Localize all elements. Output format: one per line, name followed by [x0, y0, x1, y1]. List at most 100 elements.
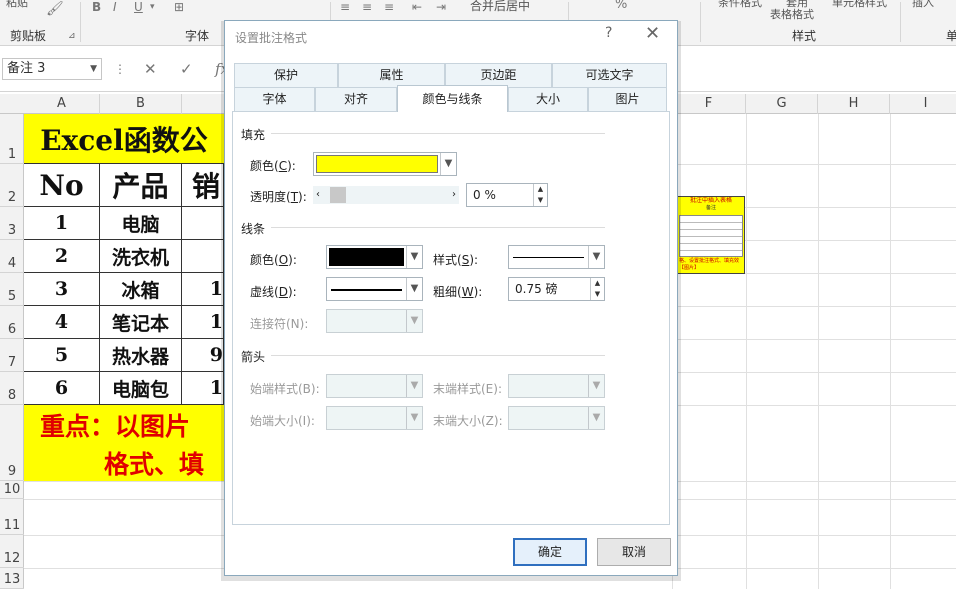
- ok-button[interactable]: 确定: [513, 538, 587, 566]
- italic-button[interactable]: I: [113, 0, 117, 14]
- underline-dropdown-icon[interactable]: ▾: [150, 2, 155, 12]
- cancel-button[interactable]: 取消: [597, 538, 671, 566]
- spin-up-icon[interactable]: ▲: [590, 278, 604, 289]
- row-header[interactable]: 1: [0, 114, 24, 164]
- close-button[interactable]: ✕: [645, 23, 660, 44]
- help-button[interactable]: ?: [605, 25, 612, 41]
- insert-button[interactable]: 插入: [912, 0, 934, 10]
- align-right-icon[interactable]: ≡: [384, 0, 394, 14]
- dash-select[interactable]: ▼: [326, 277, 423, 301]
- sheet-title-cell[interactable]: Excel函数公: [24, 114, 224, 164]
- format-painter-icon[interactable]: 🖌: [46, 1, 64, 17]
- column-header[interactable]: I: [890, 94, 956, 114]
- increase-indent-icon[interactable]: ⇥: [436, 0, 446, 14]
- line-style-select[interactable]: ▼: [508, 245, 605, 269]
- row-header[interactable]: 12: [0, 535, 24, 568]
- row-header[interactable]: 9: [0, 405, 24, 481]
- column-header[interactable]: H: [818, 94, 890, 114]
- table-cell-sales[interactable]: 1: [182, 306, 224, 339]
- row-header[interactable]: 2: [0, 164, 24, 207]
- clipboard-launcher-icon[interactable]: ⊿: [68, 31, 76, 41]
- tab-alignment[interactable]: 对齐: [315, 87, 397, 112]
- table-cell-product[interactable]: 笔记本: [100, 306, 182, 339]
- decrease-indent-icon[interactable]: ⇤: [412, 0, 422, 14]
- table-format-button[interactable]: 表格格式: [770, 6, 814, 22]
- begin-size-select[interactable]: ▼: [326, 406, 423, 430]
- enter-icon[interactable]: ✓: [180, 60, 193, 78]
- begin-style-select[interactable]: ▼: [326, 374, 423, 398]
- chevron-down-icon[interactable]: ▼: [440, 153, 456, 175]
- fill-color-picker[interactable]: ▼: [313, 152, 457, 176]
- chevron-down-icon[interactable]: ▼: [90, 59, 97, 79]
- spin-down-icon[interactable]: ▼: [590, 289, 604, 300]
- row-header[interactable]: 5: [0, 273, 24, 306]
- comment-box[interactable]: 批注中插入表格 备注 格、设置批注格式、填充效 【图片】: [677, 196, 745, 274]
- transparency-spinner[interactable]: 0 % ▲ ▼: [466, 183, 548, 207]
- line-color-picker[interactable]: ▼: [326, 245, 423, 269]
- slider-thumb[interactable]: [330, 187, 346, 203]
- tab-size[interactable]: 大小: [508, 87, 588, 112]
- table-cell-product[interactable]: 洗衣机: [100, 240, 182, 273]
- table-cell-product[interactable]: 冰箱: [100, 273, 182, 306]
- chevron-down-icon[interactable]: ▼: [406, 375, 422, 397]
- table-cell-sales[interactable]: 1: [182, 273, 224, 306]
- paste-button[interactable]: 粘贴: [6, 0, 28, 10]
- column-header[interactable]: A: [24, 94, 100, 114]
- tab-properties[interactable]: 属性: [338, 63, 445, 87]
- column-header[interactable]: G: [746, 94, 818, 114]
- header-cell-sales[interactable]: 销: [182, 164, 224, 207]
- row-header[interactable]: 11: [0, 499, 24, 535]
- spin-up-icon[interactable]: ▲: [533, 184, 547, 195]
- chevron-down-icon[interactable]: ▼: [406, 310, 422, 332]
- table-cell-product[interactable]: 电脑: [100, 207, 182, 240]
- table-cell-no[interactable]: 3: [24, 273, 100, 306]
- table-cell-sales[interactable]: [182, 240, 224, 273]
- percent-button[interactable]: %: [615, 0, 627, 12]
- chevron-right-icon[interactable]: ›: [452, 186, 456, 204]
- row-header[interactable]: 13: [0, 568, 24, 589]
- table-cell-no[interactable]: 1: [24, 207, 100, 240]
- border-icon[interactable]: ⊞: [174, 0, 184, 14]
- table-cell-product[interactable]: 热水器: [100, 339, 182, 372]
- chevron-down-icon[interactable]: ▼: [588, 375, 604, 397]
- table-cell-no[interactable]: 4: [24, 306, 100, 339]
- table-cell-no[interactable]: 5: [24, 339, 100, 372]
- table-cell-sales[interactable]: 9: [182, 339, 224, 372]
- end-size-select[interactable]: ▼: [508, 406, 605, 430]
- spin-down-icon[interactable]: ▼: [533, 195, 547, 206]
- table-cell-sales[interactable]: 1: [182, 372, 224, 405]
- underline-button[interactable]: U: [134, 0, 143, 14]
- row-header[interactable]: 7: [0, 339, 24, 372]
- header-cell-product[interactable]: 产品: [100, 164, 182, 207]
- row-header[interactable]: 8: [0, 372, 24, 405]
- chevron-down-icon[interactable]: ▼: [588, 246, 604, 268]
- tab-font[interactable]: 字体: [234, 87, 315, 112]
- cancel-icon[interactable]: ✕: [144, 60, 157, 78]
- cell-style-button[interactable]: 单元格样式: [832, 0, 887, 10]
- table-cell-product[interactable]: 电脑包: [100, 372, 182, 405]
- row-header[interactable]: 6: [0, 306, 24, 339]
- tab-margins[interactable]: 页边距: [445, 63, 552, 87]
- header-cell-no[interactable]: No: [24, 164, 100, 207]
- end-style-select[interactable]: ▼: [508, 374, 605, 398]
- table-cell-no[interactable]: 6: [24, 372, 100, 405]
- chevron-down-icon[interactable]: ▼: [406, 246, 422, 268]
- align-center-icon[interactable]: ≡: [362, 0, 372, 14]
- chevron-down-icon[interactable]: ▼: [406, 278, 422, 300]
- row-header[interactable]: 4: [0, 240, 24, 273]
- chevron-down-icon[interactable]: ▼: [588, 407, 604, 429]
- table-cell-no[interactable]: 2: [24, 240, 100, 273]
- connector-select[interactable]: ▼: [326, 309, 423, 333]
- tab-colors-lines[interactable]: 颜色与线条: [397, 85, 508, 112]
- tab-picture[interactable]: 图片: [588, 87, 667, 112]
- tab-protection[interactable]: 保护: [234, 63, 338, 87]
- column-header[interactable]: B: [100, 94, 182, 114]
- note-cell[interactable]: 重点：以图片 格式、填: [24, 405, 224, 481]
- align-left-icon[interactable]: ≡: [340, 0, 350, 14]
- tab-alt-text[interactable]: 可选文字: [552, 63, 667, 87]
- bold-button[interactable]: B: [92, 0, 101, 14]
- transparency-slider[interactable]: ‹ ›: [313, 186, 459, 204]
- conditional-format-button[interactable]: 条件格式: [718, 0, 762, 10]
- name-box[interactable]: 备注 3 ▼: [2, 58, 102, 80]
- table-cell-sales[interactable]: [182, 207, 224, 240]
